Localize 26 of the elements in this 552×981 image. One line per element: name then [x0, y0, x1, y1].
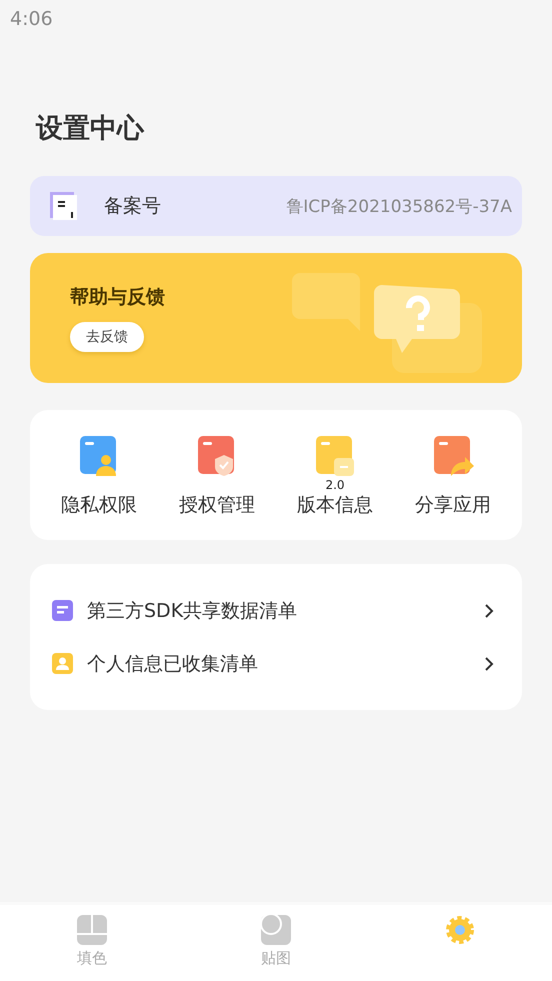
card-folder-icon [313, 434, 357, 478]
tab-label: 填色 [77, 949, 107, 968]
record-label: 备案号 [104, 194, 162, 219]
help-banner[interactable]: 帮助与反馈 去反馈 [30, 253, 522, 383]
shortcut-label[interactable]: 版本信息 [297, 492, 373, 518]
tab-label: 贴图 [261, 949, 291, 968]
banner-title: 帮助与反馈 [70, 285, 165, 310]
shortcut-label[interactable]: 授权管理 [179, 492, 255, 518]
grid-icon [77, 915, 107, 945]
shortcut-label[interactable]: 隐私权限 [61, 492, 137, 518]
card-icon [52, 600, 73, 621]
document-icon [50, 192, 78, 220]
person-icon [52, 653, 73, 674]
chevron-right-icon [484, 602, 494, 618]
shortcut-label[interactable]: 分享应用 [415, 492, 491, 518]
share-folder-icon [431, 434, 475, 478]
record-number: 鲁ICP备2021035862号-37A [286, 196, 512, 218]
list-item[interactable]: 第三方SDK共享数据清单 [87, 598, 470, 624]
list-item[interactable]: 个人信息已收集清单 [87, 650, 470, 676]
chevron-right-icon [484, 656, 494, 672]
page-title: 设置中心 [36, 112, 146, 146]
sticker-icon [261, 915, 291, 945]
feedback-button[interactable]: 去反馈 [70, 322, 144, 352]
status-time: 4:06 [10, 8, 53, 30]
gear-icon [445, 915, 475, 945]
version-number: 2.0 [325, 478, 345, 492]
